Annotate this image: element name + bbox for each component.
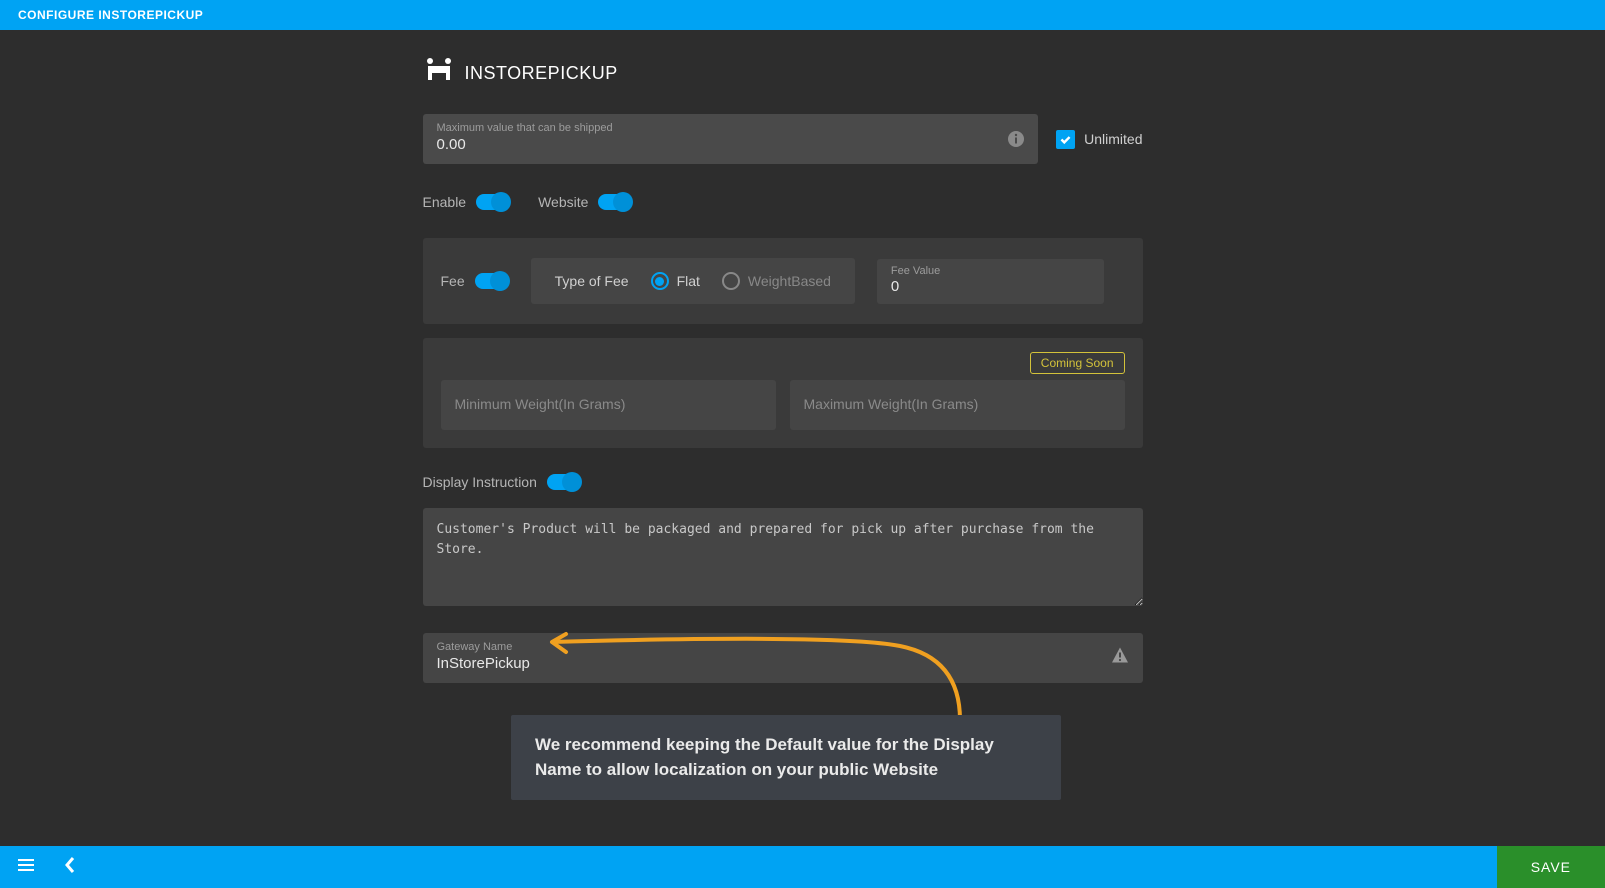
fee-toggle[interactable] xyxy=(475,273,509,289)
unlimited-label: Unlimited xyxy=(1084,131,1142,147)
info-icon[interactable] xyxy=(1008,131,1024,147)
fee-weight-label: WeightBased xyxy=(748,273,831,289)
fee-value-input[interactable] xyxy=(891,278,1090,295)
fee-flat-radio[interactable] xyxy=(651,272,669,290)
page-header: INSTOREPICKUP xyxy=(423,55,1143,92)
fee-type-label: Type of Fee xyxy=(555,273,629,289)
back-icon[interactable] xyxy=(64,856,76,879)
bottom-bar: SAVE xyxy=(0,846,1605,888)
min-weight-field[interactable]: Minimum Weight(In Grams) xyxy=(441,380,776,430)
website-toggle[interactable] xyxy=(598,194,632,210)
unlimited-checkbox[interactable] xyxy=(1056,130,1075,149)
coming-soon-badge: Coming Soon xyxy=(1030,352,1125,374)
fee-weight-radio-group[interactable]: WeightBased xyxy=(722,272,831,290)
breadcrumb: CONFIGURE INSTOREPICKUP xyxy=(18,8,203,22)
save-button[interactable]: SAVE xyxy=(1497,846,1605,888)
display-instruction-label: Display Instruction xyxy=(423,474,537,490)
display-instruction-toggle[interactable] xyxy=(547,474,581,490)
fee-panel: Fee Type of Fee Flat WeightBased Fee Val… xyxy=(423,238,1143,324)
fee-flat-radio-group[interactable]: Flat xyxy=(651,272,700,290)
fee-type-box: Type of Fee Flat WeightBased xyxy=(531,258,855,304)
gateway-name-field[interactable]: Gateway Name xyxy=(423,633,1143,683)
recommendation-callout: We recommend keeping the Default value f… xyxy=(511,715,1061,800)
fee-flat-label: Flat xyxy=(677,273,700,289)
max-weight-placeholder: Maximum Weight(In Grams) xyxy=(804,396,979,412)
max-weight-field[interactable]: Maximum Weight(In Grams) xyxy=(790,380,1125,430)
warning-icon[interactable] xyxy=(1111,647,1129,670)
unlimited-checkbox-group[interactable]: Unlimited xyxy=(1056,130,1142,149)
fee-value-field[interactable]: Fee Value xyxy=(877,259,1104,304)
max-value-field[interactable]: Maximum value that can be shipped xyxy=(423,114,1039,164)
top-bar: CONFIGURE INSTOREPICKUP xyxy=(0,0,1605,30)
enable-label: Enable xyxy=(423,194,467,210)
instorepickup-icon xyxy=(423,55,455,92)
max-value-label: Maximum value that can be shipped xyxy=(437,122,1025,134)
enable-toggle-group: Enable xyxy=(423,194,511,210)
fee-label: Fee xyxy=(441,273,465,289)
gateway-name-label: Gateway Name xyxy=(437,641,1129,653)
website-toggle-group: Website xyxy=(538,194,632,210)
page-title: INSTOREPICKUP xyxy=(465,63,618,84)
weight-panel: Coming Soon Minimum Weight(In Grams) Max… xyxy=(423,338,1143,448)
fee-toggle-group: Fee xyxy=(441,273,509,289)
content-area: INSTOREPICKUP Maximum value that can be … xyxy=(0,30,1605,683)
menu-icon[interactable] xyxy=(16,855,36,880)
gateway-name-input[interactable] xyxy=(437,655,1129,672)
fee-value-label: Fee Value xyxy=(891,265,1090,277)
max-value-input[interactable] xyxy=(437,136,1025,153)
enable-toggle[interactable] xyxy=(476,194,510,210)
fee-weight-radio[interactable] xyxy=(722,272,740,290)
instruction-textarea[interactable] xyxy=(423,508,1143,606)
callout-text: We recommend keeping the Default value f… xyxy=(535,733,1037,782)
min-weight-placeholder: Minimum Weight(In Grams) xyxy=(455,396,626,412)
website-label: Website xyxy=(538,194,588,210)
